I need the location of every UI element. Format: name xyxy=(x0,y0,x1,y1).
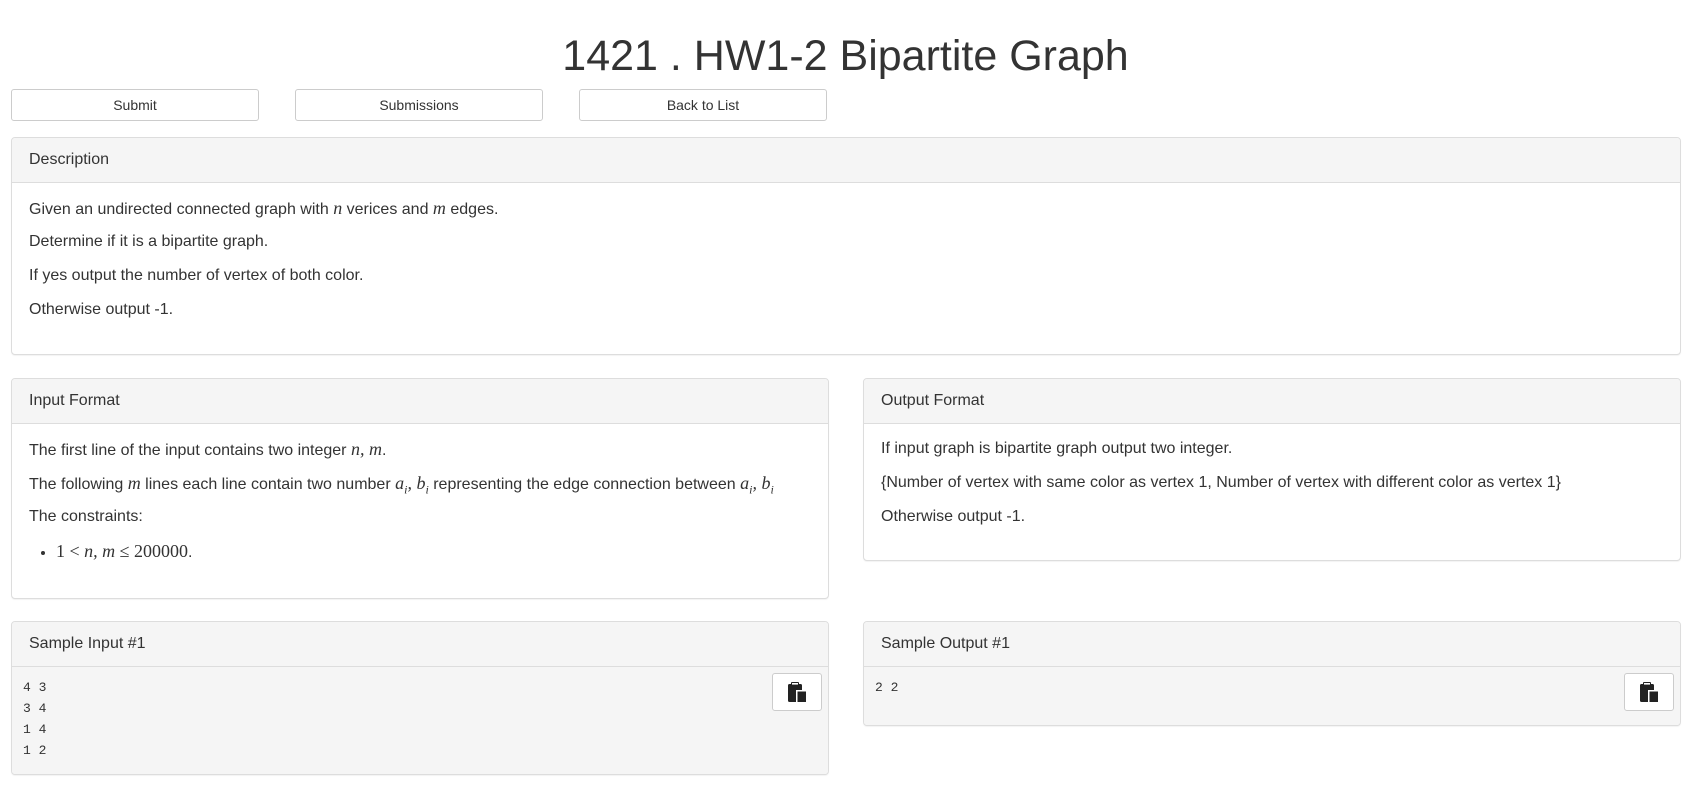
input-format-body: The first line of the input contains two… xyxy=(12,424,828,570)
submissions-button[interactable]: Submissions xyxy=(295,89,543,121)
description-line-1: Given an undirected connected graph with… xyxy=(29,198,499,218)
output-format-line-2: {Number of vertex with same color as ver… xyxy=(881,474,1561,491)
sample-output-body: 2 2 xyxy=(864,667,1680,725)
constraints-list: 1 < n, m ≤ 200000. xyxy=(29,534,811,570)
sample-output-panel: Sample Output #1 2 2 xyxy=(863,621,1681,726)
input-format-line-1: The first line of the input contains two… xyxy=(29,439,387,459)
input-format-panel: Input Format The first line of the input… xyxy=(11,378,829,599)
description-heading: Description xyxy=(12,138,1680,183)
sample-input-body: 4 3 3 4 1 4 1 2 xyxy=(12,667,828,774)
output-format-panel: Output Format If input graph is bipartit… xyxy=(863,378,1681,561)
description-line-4: Otherwise output -1. xyxy=(29,301,174,318)
clipboard-icon xyxy=(1640,682,1659,703)
input-format-line-3: The constraints: xyxy=(29,508,143,525)
sample-input-content[interactable]: 4 3 3 4 1 4 1 2 xyxy=(12,667,828,761)
constraint-item: 1 < n, m ≤ 200000. xyxy=(56,534,811,570)
description-line-3: If yes output the number of vertex of bo… xyxy=(29,267,364,284)
page-title: 1421 . HW1-2 Bipartite Graph xyxy=(562,32,1129,80)
output-format-body: If input graph is bipartite graph output… xyxy=(864,424,1680,534)
output-format-line-1: If input graph is bipartite graph output… xyxy=(881,440,1233,457)
sample-input-heading: Sample Input #1 xyxy=(12,622,828,667)
input-format-line-2: The following m lines each line contain … xyxy=(29,473,774,497)
copy-sample-input-button[interactable] xyxy=(772,673,822,711)
output-format-line-3: Otherwise output -1. xyxy=(881,508,1026,525)
input-format-heading: Input Format xyxy=(12,379,828,424)
sample-output-content[interactable]: 2 2 xyxy=(864,667,1680,698)
submit-button[interactable]: Submit xyxy=(11,89,259,121)
back-to-list-button[interactable]: Back to List xyxy=(579,89,827,121)
description-line-2: Determine if it is a bipartite graph. xyxy=(29,233,269,250)
sample-output-heading: Sample Output #1 xyxy=(864,622,1680,667)
clipboard-icon xyxy=(788,682,807,703)
copy-sample-output-button[interactable] xyxy=(1624,673,1674,711)
description-body: Given an undirected connected graph with… xyxy=(12,183,1680,327)
output-format-heading: Output Format xyxy=(864,379,1680,424)
description-panel: Description Given an undirected connecte… xyxy=(11,137,1681,355)
sample-input-panel: Sample Input #1 4 3 3 4 1 4 1 2 xyxy=(11,621,829,775)
